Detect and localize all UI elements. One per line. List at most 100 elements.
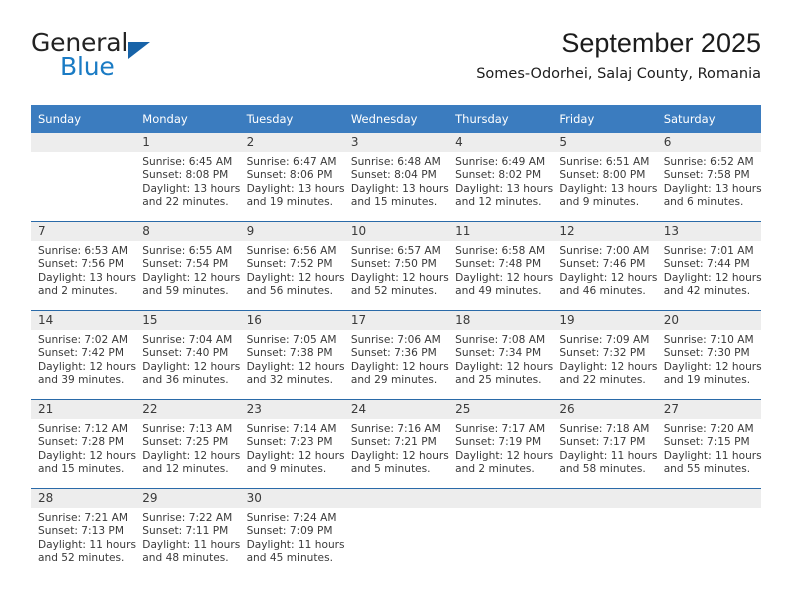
daylight-text-line1: Daylight: 12 hours — [246, 360, 345, 373]
calendar-week-row: 21 Sunrise: 7:12 AM Sunset: 7:28 PM Dayligh… — [31, 399, 762, 489]
calendar-day-cell[interactable]: 11 Sunrise: 6:58 AM Sunset: 7:48 PM Dayligh… — [448, 221, 553, 311]
day-number: 19 — [552, 311, 657, 330]
day-number: 30 — [239, 489, 344, 508]
day-number: 22 — [135, 400, 240, 419]
daylight-text-line2: and 2 minutes. — [455, 463, 535, 476]
sunrise-text: Sunrise: 6:51 AM — [559, 156, 650, 168]
day-number: 21 — [31, 400, 136, 419]
calendar-day-cell[interactable]: 26 Sunrise: 7:18 AM Sunset: 7:17 PM Dayligh… — [552, 399, 657, 489]
sunrise-text: Sunrise: 6:58 AM — [455, 245, 546, 257]
page-header: General Blue September 2025 Somes-Odorhe… — [31, 28, 761, 98]
daylight-text-line1: Daylight: 13 hours — [559, 182, 658, 195]
day-number — [448, 489, 553, 508]
day-details: Sunrise: 7:14 AM Sunset: 7:23 PM Daylight:… — [240, 419, 345, 477]
sunset-text: Sunset: 7:28 PM — [38, 436, 124, 449]
day-details — [657, 508, 761, 512]
calendar-week-row: 7 Sunrise: 6:53 AM Sunset: 7:56 PM Daylight… — [31, 221, 762, 311]
calendar-day-cell[interactable]: 27 Sunrise: 7:20 AM Sunset: 7:15 PM Dayligh… — [656, 399, 762, 489]
calendar-day-cell[interactable]: 2 Sunrise: 6:47 AM Sunset: 8:06 PM Daylight… — [239, 133, 345, 222]
calendar-week-row: 28 Sunrise: 7:21 AM Sunset: 7:13 PM Dayligh… — [31, 488, 761, 577]
sunset-text: Sunset: 7:17 PM — [559, 436, 646, 449]
daylight-text-line1: Daylight: 12 hours — [559, 360, 658, 373]
sunset-text: Sunset: 7:54 PM — [142, 258, 229, 271]
calendar-day-cell[interactable]: 18 Sunrise: 7:08 AM Sunset: 7:34 PM Dayligh… — [448, 310, 553, 400]
calendar-day-cell[interactable]: 19 Sunrise: 7:09 AM Sunset: 7:32 PM Dayligh… — [552, 310, 658, 400]
daylight-text-line1: Daylight: 12 hours — [663, 360, 762, 373]
day-details: Sunrise: 6:51 AM Sunset: 8:00 PM Daylight:… — [552, 152, 658, 210]
sunset-text: Sunset: 7:13 PM — [38, 525, 124, 538]
calendar-day-cell[interactable]: 22 Sunrise: 7:13 AM Sunset: 7:25 PM Dayligh… — [135, 399, 240, 489]
calendar-day-cell[interactable]: 30 Sunrise: 7:24 AM Sunset: 7:09 PM Dayligh… — [239, 488, 345, 577]
day-details — [448, 508, 552, 512]
daylight-text-line2: and 22 minutes. — [142, 196, 229, 209]
calendar-day-cell[interactable]: 13 Sunrise: 7:01 AM Sunset: 7:44 PM Dayligh… — [656, 221, 762, 311]
calendar-day-cell[interactable]: 24 Sunrise: 7:16 AM Sunset: 7:21 PM Dayligh… — [343, 399, 449, 489]
day-details: Sunrise: 7:16 AM Sunset: 7:21 PM Daylight:… — [344, 419, 449, 477]
daylight-text-line1: Daylight: 11 hours — [142, 538, 241, 551]
calendar-day-cell[interactable]: 28 Sunrise: 7:21 AM Sunset: 7:13 PM Dayligh… — [31, 488, 136, 577]
sunrise-text: Sunrise: 6:47 AM — [246, 156, 337, 168]
sunset-text: Sunset: 8:02 PM — [455, 169, 542, 182]
daylight-text-line1: Daylight: 12 hours — [246, 271, 345, 284]
sunset-text: Sunset: 7:11 PM — [142, 525, 229, 538]
calendar-day-cell[interactable]: 1 Sunrise: 6:45 AM Sunset: 8:08 PM Daylight… — [135, 133, 241, 222]
sunset-text: Sunset: 7:23 PM — [246, 436, 333, 449]
day-details: Sunrise: 6:56 AM Sunset: 7:52 PM Daylight:… — [240, 241, 345, 299]
calendar-day-cell[interactable]: 16 Sunrise: 7:05 AM Sunset: 7:38 PM Dayligh… — [239, 310, 345, 400]
sunset-text: Sunset: 8:06 PM — [246, 169, 333, 182]
daylight-text-line2: and 36 minutes. — [142, 374, 229, 387]
calendar-day-cell[interactable]: 4 Sunrise: 6:49 AM Sunset: 8:02 PM Daylight… — [448, 133, 553, 222]
daylight-text-line2: and 22 minutes. — [559, 374, 646, 387]
day-number: 11 — [448, 222, 553, 241]
calendar-day-cell[interactable]: 21 Sunrise: 7:12 AM Sunset: 7:28 PM Dayligh… — [31, 399, 136, 489]
sunset-text: Sunset: 7:32 PM — [559, 347, 646, 360]
day-number: 8 — [135, 222, 240, 241]
day-details — [31, 152, 135, 156]
calendar-day-cell[interactable]: 12 Sunrise: 7:00 AM Sunset: 7:46 PM Dayligh… — [552, 221, 657, 311]
daylight-text-line2: and 9 minutes. — [559, 196, 640, 209]
day-details: Sunrise: 7:05 AM Sunset: 7:38 PM Daylight:… — [240, 330, 345, 388]
daylight-text-line2: and 12 minutes. — [142, 463, 229, 476]
day-number — [656, 489, 761, 508]
day-details: Sunrise: 7:02 AM Sunset: 7:42 PM Daylight:… — [31, 330, 136, 388]
day-details: Sunrise: 7:04 AM Sunset: 7:40 PM Daylight:… — [135, 330, 240, 388]
sunset-text: Sunset: 7:34 PM — [455, 347, 542, 360]
day-number: 6 — [656, 133, 761, 152]
calendar-day-cell[interactable]: 25 Sunrise: 7:17 AM Sunset: 7:19 PM Dayligh… — [448, 399, 554, 489]
daylight-text-line2: and 45 minutes. — [246, 552, 333, 565]
calendar-day-cell[interactable]: 29 Sunrise: 7:22 AM Sunset: 7:11 PM Dayligh… — [135, 488, 241, 577]
calendar-day-cell[interactable]: 23 Sunrise: 7:14 AM Sunset: 7:23 PM Dayligh… — [239, 399, 345, 489]
calendar-day-cell[interactable]: 6 Sunrise: 6:52 AM Sunset: 7:58 PM Daylight… — [656, 133, 762, 222]
daylight-text-line1: Daylight: 12 hours — [455, 449, 554, 462]
calendar-day-cell-empty — [448, 488, 553, 577]
daylight-text-line2: and 6 minutes. — [663, 196, 744, 209]
daylight-text-line2: and 52 minutes. — [38, 552, 125, 565]
day-details: Sunrise: 7:06 AM Sunset: 7:36 PM Daylight:… — [344, 330, 449, 388]
calendar-day-cell[interactable]: 20 Sunrise: 7:10 AM Sunset: 7:30 PM Dayligh… — [656, 310, 762, 400]
calendar-day-cell[interactable]: 17 Sunrise: 7:06 AM Sunset: 7:36 PM Dayligh… — [343, 310, 449, 400]
sunset-text: Sunset: 7:15 PM — [663, 436, 750, 449]
day-number: 29 — [135, 489, 240, 508]
sunrise-text: Sunrise: 6:48 AM — [350, 156, 441, 168]
calendar-day-cell-empty — [656, 488, 761, 577]
calendar-day-cell[interactable]: 15 Sunrise: 7:04 AM Sunset: 7:40 PM Dayligh… — [135, 310, 240, 400]
calendar-day-cell[interactable]: 7 Sunrise: 6:53 AM Sunset: 7:56 PM Daylight… — [31, 221, 136, 311]
sunset-text: Sunset: 8:00 PM — [559, 169, 646, 182]
calendar-day-cell[interactable]: 3 Sunrise: 6:48 AM Sunset: 8:04 PM Daylight… — [343, 133, 449, 222]
calendar-day-cell[interactable]: 9 Sunrise: 6:56 AM Sunset: 7:52 PM Daylight… — [239, 221, 345, 311]
sunrise-text: Sunrise: 7:24 AM — [246, 512, 337, 524]
calendar-day-cell[interactable]: 5 Sunrise: 6:51 AM Sunset: 8:00 PM Daylight… — [552, 133, 658, 222]
calendar-day-cell[interactable]: 10 Sunrise: 6:57 AM Sunset: 7:50 PM Dayligh… — [343, 221, 449, 311]
day-details: Sunrise: 6:58 AM Sunset: 7:48 PM Daylight:… — [448, 241, 553, 299]
day-details — [552, 508, 656, 512]
daylight-text-line1: Daylight: 13 hours — [663, 182, 762, 195]
daylight-text-line1: Daylight: 13 hours — [142, 182, 241, 195]
calendar-day-cell[interactable]: 14 Sunrise: 7:02 AM Sunset: 7:42 PM Dayligh… — [31, 310, 136, 400]
sunset-text: Sunset: 7:52 PM — [246, 258, 333, 271]
calendar-day-cell[interactable]: 8 Sunrise: 6:55 AM Sunset: 7:54 PM Daylight… — [135, 221, 240, 311]
sunrise-text: Sunrise: 7:22 AM — [142, 512, 233, 524]
sunset-text: Sunset: 7:48 PM — [455, 258, 542, 271]
day-number: 25 — [448, 400, 553, 419]
day-number: 10 — [343, 222, 449, 241]
sunrise-text: Sunrise: 7:08 AM — [455, 334, 546, 346]
